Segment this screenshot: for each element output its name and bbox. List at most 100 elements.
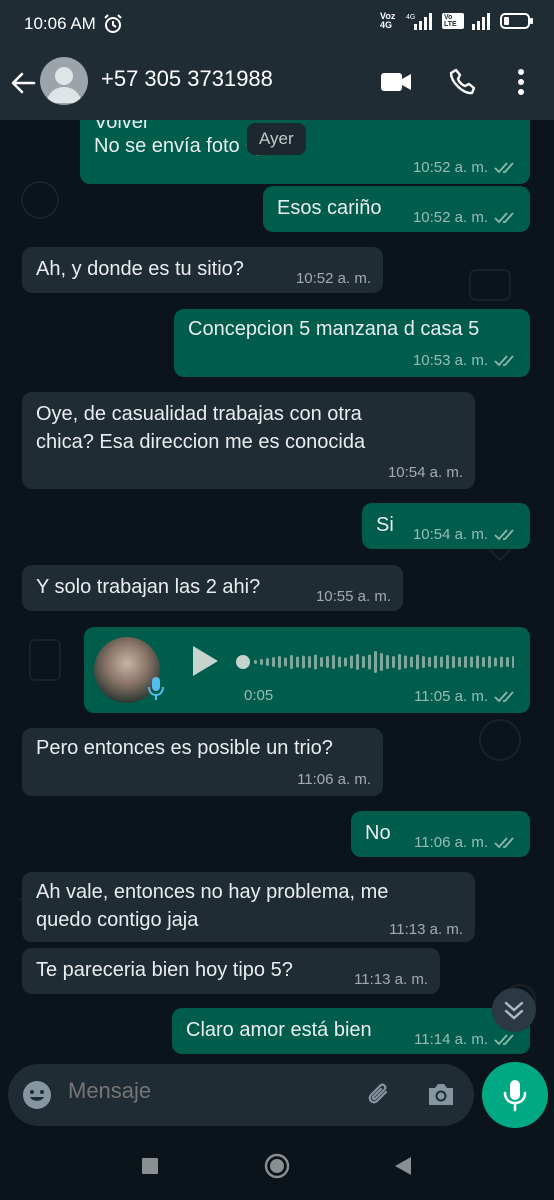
- voice-call-icon[interactable]: [449, 68, 477, 96]
- home-icon[interactable]: [264, 1153, 290, 1179]
- waveform-bar: [398, 654, 401, 670]
- message-in[interactable]: Oye, de casualidad trabajas con otra chi…: [22, 392, 475, 489]
- signal-icon: 4G: [406, 13, 432, 30]
- message-meta: 10:52 a. m.: [413, 209, 518, 226]
- waveform-bar: [290, 655, 293, 669]
- message-text: Concepcion 5 manzana d casa 5: [188, 318, 480, 340]
- back-arrow-icon[interactable]: [8, 68, 38, 98]
- alarm-icon: [104, 14, 122, 33]
- video-call-icon[interactable]: [380, 70, 412, 94]
- message-text: chica? Esa direccion me es conocida: [36, 431, 366, 453]
- net-label-4g: 4G: [406, 14, 415, 21]
- message-meta: 11:13 a. m.: [354, 971, 428, 988]
- waveform-bar: [332, 655, 335, 669]
- message-meta: 10:54 a. m.: [387, 464, 463, 481]
- message-out[interactable]: Claro amor está bien 11:14 a. m.: [172, 1008, 530, 1054]
- contact-name[interactable]: +57 305 3731988: [101, 66, 273, 92]
- waveform-bar: [452, 656, 455, 668]
- microphone-icon: [503, 1080, 527, 1112]
- message-out[interactable]: Esos cariño 10:52 a. m.: [263, 186, 530, 232]
- waveform-bar: [338, 656, 341, 668]
- contact-avatar[interactable]: [40, 57, 88, 105]
- waveform-bar: [350, 655, 353, 669]
- waveform-bar: [386, 655, 389, 669]
- status-time: 10:06 AM: [24, 14, 96, 33]
- read-ticks-icon: [494, 690, 514, 702]
- default-avatar-icon: [46, 67, 82, 103]
- waveform-bar: [392, 656, 395, 668]
- waveform-bar: [500, 656, 503, 668]
- waveform-bar: [464, 656, 467, 668]
- voice-duration: 0:05: [244, 687, 274, 704]
- read-ticks-icon: [494, 211, 514, 223]
- waveform-bar: [488, 656, 491, 668]
- attach-icon[interactable]: [364, 1080, 394, 1110]
- voice-record-button[interactable]: [482, 1062, 548, 1128]
- battery-icon: [500, 13, 533, 29]
- message-text: Claro amor está bien: [186, 1019, 372, 1041]
- message-out[interactable]: Si 10:54 a. m.: [362, 503, 530, 549]
- waveform-bar: [302, 655, 305, 669]
- waveform-bar: [374, 651, 377, 673]
- waveform-bar: [470, 656, 473, 668]
- message-in[interactable]: Y solo trabajan las 2 ahi? 10:55 a. m.: [22, 565, 403, 611]
- message-text: No se envía foto 😅: [94, 132, 270, 161]
- waveform-bar: [356, 654, 359, 670]
- recents-icon[interactable]: [141, 1157, 159, 1175]
- message-text: Pero entonces es posible un trio?: [36, 737, 333, 759]
- camera-icon[interactable]: [426, 1082, 456, 1108]
- network-label: Voz 4G: [380, 11, 396, 30]
- double-chevron-down-icon: [504, 1001, 524, 1020]
- waveform-bar: [446, 655, 449, 669]
- read-ticks-icon: [494, 354, 514, 366]
- waveform-bar: [314, 654, 317, 670]
- playhead-dot: [236, 655, 250, 669]
- waveform-bar: [506, 657, 509, 667]
- waveform-bar: [440, 656, 443, 668]
- waveform-bar: [326, 656, 329, 668]
- read-ticks-icon: [494, 528, 514, 540]
- waveform-bar: [494, 657, 497, 667]
- message-meta: 11:13 a. m.: [389, 921, 463, 938]
- message-text: Y solo trabajan las 2 ahi?: [36, 576, 261, 598]
- waveform-bar: [416, 654, 419, 670]
- waveform-bar: [476, 655, 479, 669]
- waveform-bar: [362, 656, 365, 668]
- message-in[interactable]: Pero entonces es posible un trio? 11:06 …: [22, 728, 383, 796]
- message-input[interactable]: [68, 1078, 338, 1104]
- waveform-bar: [434, 655, 437, 669]
- waveform-bar: [428, 657, 431, 667]
- voice-message[interactable]: 0:05 11:05 a. m.: [84, 627, 530, 713]
- waveform-bar: [422, 656, 425, 668]
- read-ticks-icon: [494, 161, 514, 173]
- emoji-icon[interactable]: [22, 1080, 52, 1110]
- waveform-bar: [278, 656, 281, 668]
- message-in[interactable]: Ah vale, entonces no hay problema, me qu…: [22, 872, 475, 942]
- message-in[interactable]: Ah, y donde es tu sitio? 10:52 a. m.: [22, 247, 383, 293]
- message-meta: 11:06 a. m.: [414, 834, 518, 851]
- message-text: No: [365, 822, 391, 844]
- chat-header: +57 305 3731988: [0, 50, 554, 120]
- waveform-bar: [512, 656, 514, 668]
- waveform-bar: [482, 657, 485, 667]
- message-text: Ah vale, entonces no hay problema, me: [36, 881, 389, 903]
- waveform-bar: [368, 654, 371, 670]
- message-meta: 10:54 a. m.: [413, 526, 518, 543]
- scroll-to-bottom-button[interactable]: [492, 988, 536, 1032]
- waveform-bar: [458, 657, 461, 667]
- waveform-bar: [296, 656, 299, 668]
- message-text: Oye, de casualidad trabajas con otra: [36, 403, 362, 425]
- message-in[interactable]: Te pareceria bien hoy tipo 5? 11:13 a. m…: [22, 948, 440, 994]
- message-out[interactable]: No 11:06 a. m.: [351, 811, 530, 857]
- chat-area[interactable]: Volver No se envía foto 😅 10:52 a. m. Ay…: [0, 120, 554, 1060]
- waveform-bar: [404, 655, 407, 669]
- message-composer: [8, 1064, 474, 1126]
- more-options-icon[interactable]: [514, 67, 528, 97]
- back-nav-icon[interactable]: [394, 1156, 412, 1176]
- play-icon[interactable]: [190, 644, 220, 678]
- message-out[interactable]: Concepcion 5 manzana d casa 5 10:53 a. m…: [174, 309, 530, 377]
- status-bar: 10:06 AM Voz 4G 4G Vo LTE: [0, 0, 554, 50]
- system-nav-bar: [0, 1136, 554, 1200]
- read-ticks-icon: [494, 836, 514, 848]
- waveform[interactable]: [234, 644, 514, 680]
